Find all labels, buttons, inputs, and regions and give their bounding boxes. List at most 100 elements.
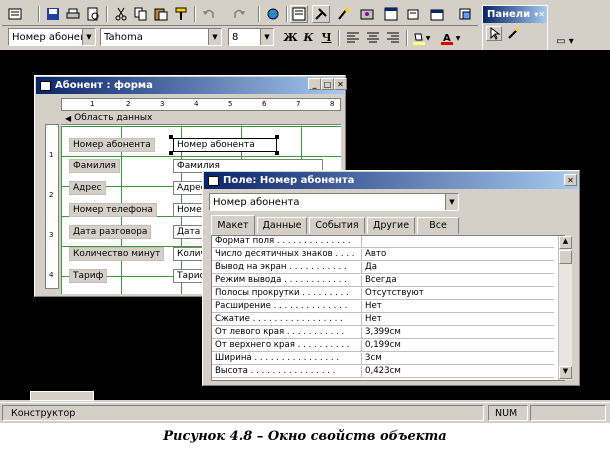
font-dropdown[interactable]: Tahoma ▼ <box>100 28 222 46</box>
status-text: Конструктор <box>2 405 484 421</box>
copy-icon[interactable] <box>132 5 150 23</box>
label-address[interactable]: Адрес <box>69 181 106 195</box>
horizontal-ruler: 1 2 3 4 5 6 7 8 <box>61 98 341 111</box>
tab-layout[interactable]: Макет <box>211 215 255 235</box>
toolbox-titlebar: Панели ▾✕ <box>483 6 547 23</box>
property-row[interactable]: Сжатие . . . . . . . . . . . . . . . . .… <box>212 314 554 326</box>
property-row[interactable]: Формат поля . . . . . . . . . . . . . . <box>212 236 554 248</box>
select-pointer-icon[interactable] <box>486 26 502 41</box>
label-number[interactable]: Номер абонента <box>69 138 155 152</box>
print-icon[interactable] <box>64 5 82 23</box>
properties-titlebar: Поле: Номер абонента <box>204 172 578 189</box>
object-dropdown[interactable]: Номер абонен ▼ <box>8 28 96 46</box>
chevron-down-icon[interactable]: ▼ <box>82 29 95 45</box>
resize-handle[interactable] <box>169 151 173 155</box>
toolbox-title: Панели <box>487 9 531 20</box>
format-painter-icon[interactable] <box>172 5 190 23</box>
close-button[interactable]: ✕ <box>564 174 577 186</box>
resize-handle[interactable] <box>275 151 279 155</box>
property-row[interactable]: Расширение . . . . . . . . . . . . . . Не… <box>212 301 554 313</box>
tab-events[interactable]: События <box>309 217 365 234</box>
build-icon[interactable] <box>404 5 422 23</box>
tab-all[interactable]: Все <box>417 217 459 234</box>
toolbar-options-icon[interactable]: ▭ ▾ <box>552 32 578 50</box>
paste-icon[interactable] <box>152 5 170 23</box>
close-button[interactable]: ✕ <box>334 78 347 90</box>
scroll-up-icon[interactable]: ▲ <box>559 236 572 249</box>
minimize-button[interactable]: _ <box>308 78 321 90</box>
formatting-toolbar: Номер абонен ▼ Tahoma ▼ 8 ▼ Ж К Ч ▼ A ▼ <box>2 26 478 48</box>
label-tariff[interactable]: Тариф <box>69 269 108 283</box>
maximize-button[interactable]: □ <box>321 78 334 90</box>
database-window-icon[interactable] <box>428 5 446 23</box>
property-row[interactable]: От верхнего края . . . . . . . . . . 0,19… <box>212 340 554 352</box>
chevron-down-icon[interactable]: ▼ <box>445 194 458 210</box>
chevron-down-icon[interactable]: ▼ <box>454 29 462 47</box>
field-number[interactable]: Номер абонента <box>173 138 277 152</box>
property-scrollbar[interactable]: ▲ ▼ <box>558 236 572 380</box>
figure-caption: Рисунок 4.8 – Окно свойств объекта <box>163 429 447 444</box>
property-row[interactable]: Ширина . . . . . . . . . . . . . . . . 3с… <box>212 353 554 365</box>
minimized-window[interactable] <box>30 391 94 401</box>
size-dropdown[interactable]: 8 ▼ <box>228 28 274 46</box>
label-surname[interactable]: Фамилия <box>69 159 120 173</box>
save-icon[interactable] <box>44 5 62 23</box>
form-icon <box>40 80 51 91</box>
underline-button[interactable]: Ч <box>318 29 335 46</box>
redo-icon[interactable] <box>230 5 248 23</box>
scroll-thumb[interactable] <box>559 250 572 264</box>
object-dropdown-value: Номер абонен <box>12 31 87 43</box>
ruler-corner[interactable] <box>43 98 59 111</box>
code-icon[interactable] <box>358 5 376 23</box>
autoformat-icon[interactable] <box>334 5 352 23</box>
label-minutes[interactable]: Количество минут <box>69 247 165 261</box>
property-row[interactable]: Режим вывода . . . . . . . . . . . . Всег… <box>212 275 554 287</box>
label-date[interactable]: Дата разговора <box>69 225 152 239</box>
property-list: Формат поля . . . . . . . . . . . . . . … <box>211 235 572 381</box>
chevron-down-icon[interactable]: ▼ <box>208 29 221 45</box>
font-dropdown-value: Tahoma <box>104 31 143 43</box>
label-phone[interactable]: Номер телефона <box>69 203 157 217</box>
bold-button[interactable]: Ж <box>282 29 299 46</box>
align-center-icon[interactable] <box>364 29 382 47</box>
tab-other[interactable]: Другие <box>367 217 415 234</box>
vertical-ruler: 1 2 3 4 <box>45 124 59 289</box>
view-icon[interactable] <box>6 5 24 23</box>
status-empty <box>530 405 606 421</box>
property-row[interactable]: Высота . . . . . . . . . . . . . . . . 0,… <box>212 366 554 378</box>
align-left-icon[interactable] <box>344 29 362 47</box>
resize-handle[interactable] <box>169 135 173 139</box>
form-title: Абонент : форма <box>55 80 153 91</box>
field-list-icon[interactable] <box>290 5 308 23</box>
standard-toolbar <box>2 2 478 26</box>
toolbox-icon[interactable] <box>312 5 330 23</box>
wizard-icon[interactable] <box>505 26 521 41</box>
object-select-value: Номер абонента <box>213 196 300 208</box>
status-bar: Конструктор NUM <box>0 402 610 423</box>
italic-button[interactable]: К <box>300 29 317 46</box>
chevron-down-icon[interactable]: ▼ <box>424 29 432 47</box>
undo-icon[interactable] <box>200 5 218 23</box>
status-num: NUM <box>488 405 528 421</box>
hyperlink-icon[interactable] <box>264 5 282 23</box>
form-titlebar: Абонент : форма <box>36 77 344 94</box>
align-right-icon[interactable] <box>384 29 402 47</box>
properties-window: Поле: Номер абонента ✕ Номер абонента ▼ … <box>202 170 580 386</box>
object-select[interactable]: Номер абонента ▼ <box>209 193 459 211</box>
property-row[interactable]: Полосы прокрутки . . . . . . . . . Отсутс… <box>212 288 554 300</box>
detail-section-header[interactable]: ◀ Область данных <box>61 112 341 125</box>
resize-handle[interactable] <box>275 135 279 139</box>
property-row[interactable]: Число десятичных знаков . . . . Авто <box>212 249 554 261</box>
close-icon[interactable]: ▾✕ <box>534 10 545 19</box>
tab-data[interactable]: Данные <box>257 217 307 234</box>
properties-icon[interactable] <box>382 5 400 23</box>
scroll-down-icon[interactable]: ▼ <box>559 366 572 379</box>
chevron-down-icon[interactable]: ▼ <box>260 29 273 45</box>
preview-icon[interactable] <box>84 5 102 23</box>
property-row[interactable]: От левого края . . . . . . . . . . . 3,39… <box>212 327 554 339</box>
section-arrow-icon: ◀ <box>65 113 72 123</box>
property-row[interactable]: Вывод на экран . . . . . . . . . . . Да <box>212 262 554 274</box>
new-object-icon[interactable] <box>456 5 474 23</box>
cut-icon[interactable] <box>112 5 130 23</box>
properties-title: Поле: Номер абонента <box>223 175 355 186</box>
